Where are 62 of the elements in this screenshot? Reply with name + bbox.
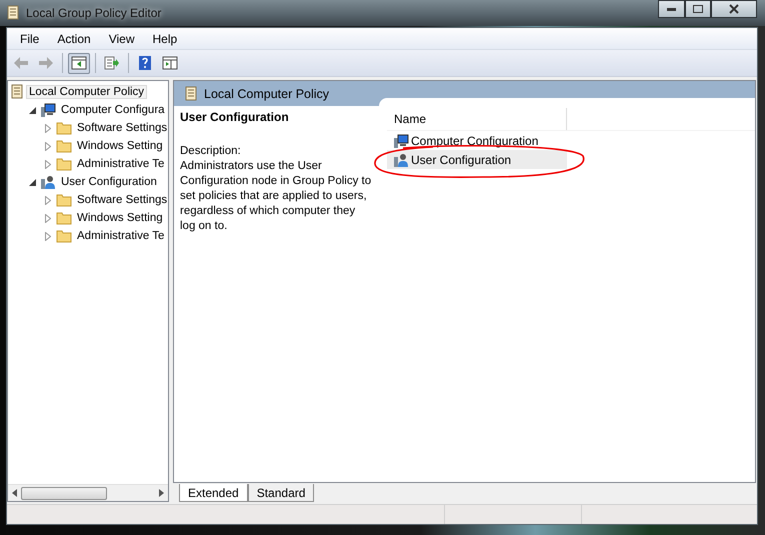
view-tab[interactable]: Extended: [179, 484, 248, 502]
computer-icon: [393, 132, 409, 148]
menu-item[interactable]: Action: [48, 32, 100, 46]
panel-icon: [71, 56, 87, 70]
export-list-icon: [104, 56, 120, 70]
tree-item[interactable]: Software Settings: [74, 193, 168, 207]
collapsed-triangle-icon[interactable]: [45, 214, 51, 222]
scroll-left-icon[interactable]: [12, 489, 17, 497]
description-text: Administrators use the User Configuration node in Group Policy to set policies that are applied to users, regardless of which computer they log on to.: [180, 159, 372, 234]
collapsed-triangle-icon[interactable]: [45, 160, 51, 168]
panel-icon: [162, 56, 178, 70]
description-title: User Configuration: [180, 110, 290, 124]
column-header[interactable]: Name: [387, 108, 567, 130]
description-label: Description:: [180, 144, 242, 159]
scroll-icon: [184, 86, 198, 102]
maximize-icon: [693, 5, 703, 13]
menu-item[interactable]: File: [11, 32, 48, 46]
collapsed-triangle-icon[interactable]: [45, 196, 51, 204]
forward-arrow-icon: [38, 56, 54, 70]
close-icon: [729, 4, 739, 14]
row-label: User Configuration: [411, 152, 512, 166]
folder-icon: [56, 139, 72, 153]
list-row[interactable]: Computer Configuration: [387, 131, 567, 150]
user-icon: [393, 152, 409, 168]
tree-item[interactable]: Local Computer Policy: [26, 85, 148, 99]
show-tree-button[interactable]: [68, 52, 90, 74]
row-label: Computer Configuration: [411, 134, 538, 148]
scroll-right-icon[interactable]: [159, 489, 164, 497]
minimize-button[interactable]: [658, 0, 685, 18]
collapsed-triangle-icon[interactable]: [45, 142, 51, 150]
collapsed-triangle-icon[interactable]: [45, 124, 51, 132]
header-title: Local Computer Policy: [204, 86, 330, 100]
back-arrow-icon: [13, 56, 29, 70]
minimize-icon: [667, 8, 676, 10]
tree-item[interactable]: Computer Configura: [58, 103, 168, 117]
folder-icon: [56, 193, 72, 207]
user-icon: [40, 174, 56, 190]
expanded-triangle-icon[interactable]: [28, 178, 36, 186]
tree-item[interactable]: Windows Setting: [74, 139, 166, 153]
folder-icon: [56, 229, 72, 243]
list-row[interactable]: User Configuration: [387, 150, 567, 169]
close-button[interactable]: [711, 0, 757, 18]
window-title: Local Group Policy Editor: [26, 6, 162, 20]
expanded-triangle-icon[interactable]: [28, 106, 36, 114]
tree-item[interactable]: User Configuration: [58, 175, 160, 189]
collapsed-triangle-icon[interactable]: [45, 232, 51, 240]
folder-icon: [56, 121, 72, 135]
folder-icon: [56, 157, 72, 171]
scroll-icon: [10, 84, 24, 100]
tree-item[interactable]: Software Settings: [74, 121, 168, 135]
menu-item[interactable]: View: [100, 32, 144, 46]
maximize-button[interactable]: [685, 0, 711, 18]
tree-item[interactable]: Windows Setting: [74, 211, 166, 225]
tree-item[interactable]: Administrative Te: [74, 157, 168, 171]
tree-item[interactable]: Administrative Te: [74, 229, 168, 243]
help-icon: [138, 55, 152, 71]
folder-icon: [56, 211, 72, 225]
horizontal-scrollbar[interactable]: [8, 484, 168, 501]
computer-icon: [40, 102, 56, 118]
menu-item[interactable]: Help: [144, 32, 186, 46]
scroll-icon: [6, 5, 20, 21]
view-tab[interactable]: Standard: [248, 484, 314, 502]
